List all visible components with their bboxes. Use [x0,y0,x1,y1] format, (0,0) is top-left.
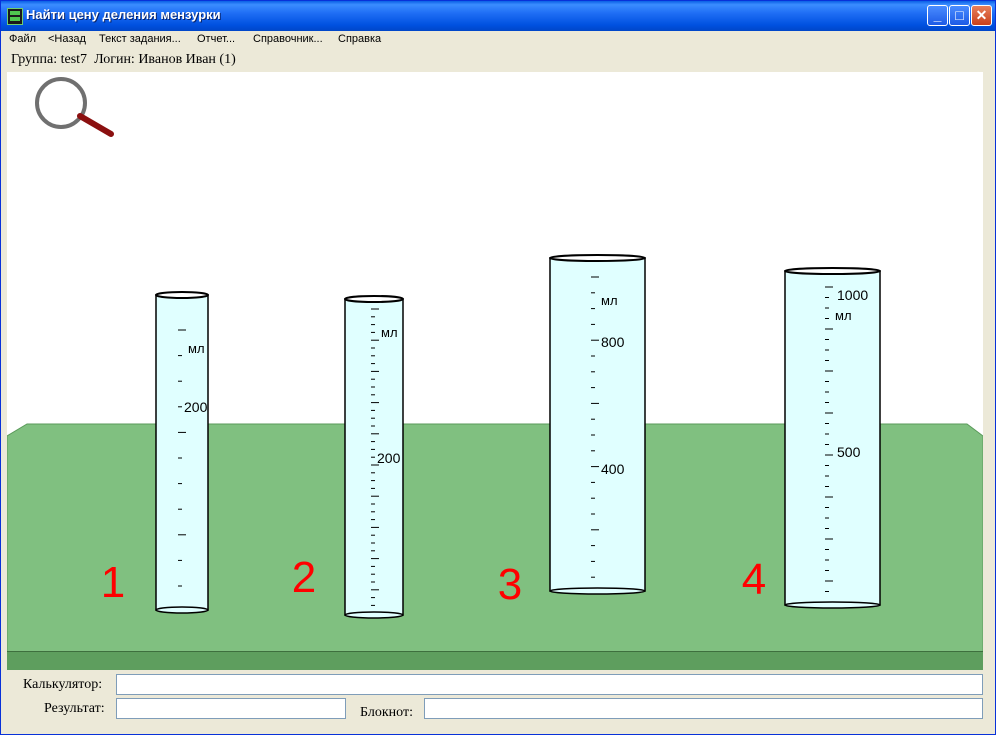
unit-label: мл [381,325,398,340]
cylinder-1[interactable]: мл 200 [155,291,209,614]
scale-label: 200 [184,399,208,415]
magnifier-icon[interactable] [35,77,114,137]
unit-label: мл [188,341,205,356]
menu-bar: Файл <Назад Текст задания... Отчет... Сп… [1,31,995,49]
menu-help[interactable]: Справка [338,33,381,45]
cylinder-base [784,601,881,609]
menu-task-text[interactable]: Текст задания... [99,33,181,45]
notepad-input[interactable] [424,698,983,719]
scale-label: 200 [377,450,401,466]
title-bar[interactable]: Найти цену деления мензурки _ □ ✕ [1,1,995,31]
calculator-label: Калькулятор: [23,677,103,692]
scale-label: 1000 [837,287,868,303]
cylinder-base [155,606,209,614]
cylinder-rim [549,254,646,262]
unit-label: мл [601,293,618,308]
login-label: Логин: Иванов Иван (1) [94,52,236,67]
cylinder-base [344,611,404,619]
cylinder-rim [344,295,404,303]
cylinder-rim [155,291,209,299]
cylinder-number-1: 1 [101,558,125,607]
cylinder-number-4: 4 [742,555,766,604]
cylinder-body [784,270,881,606]
cylinder-number-2: 2 [292,553,316,602]
cylinder-body [549,257,646,592]
window-title: Найти цену деления мензурки [26,7,221,22]
cylinder-rim [784,267,881,275]
app-icon [7,8,23,25]
scale-label: 400 [601,461,625,477]
close-button[interactable]: ✕ [971,5,992,26]
scale-label: 800 [601,334,625,350]
minimize-button[interactable]: _ [927,5,948,26]
result-input[interactable] [116,698,346,719]
cylinder-base [549,587,646,595]
result-label: Результат: [44,701,105,716]
cylinder-3[interactable]: мл 800 400 [549,254,646,595]
user-info: Группа: test7 Логин: Иванов Иван (1) [11,52,236,68]
lab-scene: мл 200 мл 200 мл 800 400 мл 1000 500 1 2 3 4 [7,77,983,652]
unit-label: мл [835,308,852,323]
notepad-label: Блокнот: [360,705,413,720]
cylinder-2[interactable]: мл 200 [344,295,404,619]
app-window: Найти цену деления мензурки _ □ ✕ Файл <… [0,0,996,735]
menu-back[interactable]: <Назад [48,33,86,45]
maximize-button[interactable]: □ [949,5,970,26]
menu-reference[interactable]: Справочник... [253,33,323,45]
table-front-edge [7,651,983,670]
scale-label: 500 [837,444,861,460]
cylinder-4[interactable]: мл 1000 500 [784,267,881,609]
menu-file[interactable]: Файл [9,33,36,45]
group-label: Группа: test7 [11,52,88,67]
menu-report[interactable]: Отчет... [197,33,235,45]
cylinder-number-3: 3 [498,560,522,609]
calculator-input[interactable] [116,674,983,695]
